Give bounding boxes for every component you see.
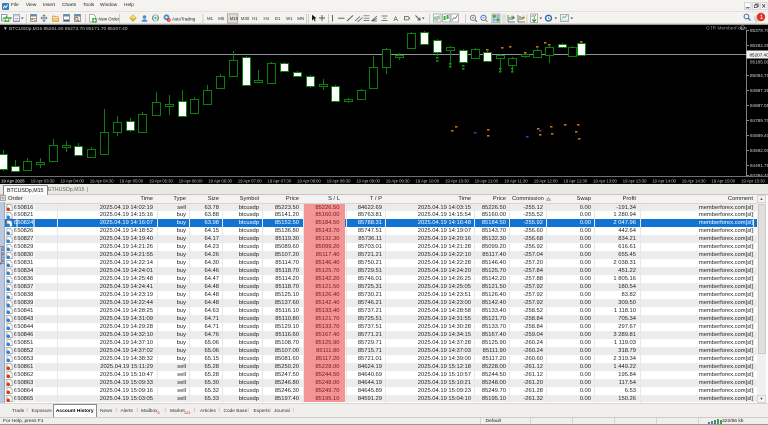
svg-text:19 Apr 13:00: 19 Apr 13:00 bbox=[593, 179, 617, 184]
svg-text:M30: M30 bbox=[241, 16, 250, 21]
svg-text:19 Apr 09:00: 19 Apr 09:00 bbox=[356, 179, 380, 184]
svg-text:A: A bbox=[394, 16, 399, 23]
svg-text:84689.40: 84689.40 bbox=[750, 133, 768, 138]
svg-text:19 Apr 12:00: 19 Apr 12:00 bbox=[534, 179, 558, 184]
svg-text:19 Apr 15:00: 19 Apr 15:00 bbox=[711, 179, 735, 184]
svg-text:19 Apr 06:00: 19 Apr 06:00 bbox=[179, 179, 203, 184]
svg-text:MN: MN bbox=[297, 16, 304, 21]
svg-text:19 Apr 07:00: 19 Apr 07:00 bbox=[238, 179, 262, 184]
svg-text:W1: W1 bbox=[286, 16, 293, 21]
svg-text:85207.40: 85207.40 bbox=[750, 52, 768, 57]
svg-text:19 Apr 05:30: 19 Apr 05:30 bbox=[149, 179, 173, 184]
svg-text:19 Apr 05:00: 19 Apr 05:00 bbox=[119, 179, 143, 184]
svg-text:19 Apr 15:30: 19 Apr 15:30 bbox=[741, 179, 765, 184]
svg-text:H1: H1 bbox=[252, 16, 258, 21]
svg-text:19 Apr 10:00: 19 Apr 10:00 bbox=[415, 179, 439, 184]
svg-text:19 Apr 13:30: 19 Apr 13:30 bbox=[623, 179, 647, 184]
svg-text:85185.00: 85185.00 bbox=[750, 59, 768, 64]
svg-text:19 Apr 09:30: 19 Apr 09:30 bbox=[386, 179, 410, 184]
svg-text:85282.35: 85282.35 bbox=[750, 43, 768, 48]
svg-text:19 Apr 14:00: 19 Apr 14:00 bbox=[652, 179, 676, 184]
svg-text:New Order: New Order bbox=[99, 16, 120, 21]
svg-text:19 Apr 10:30: 19 Apr 10:30 bbox=[445, 179, 469, 184]
svg-text:19 Apr 11:30: 19 Apr 11:30 bbox=[504, 179, 528, 184]
svg-text:85379.70: 85379.70 bbox=[750, 28, 768, 33]
svg-text:D1: D1 bbox=[275, 16, 281, 21]
svg-text:19 Apr 14:30: 19 Apr 14:30 bbox=[682, 179, 706, 184]
svg-text:84789.70: 84789.70 bbox=[750, 118, 768, 123]
svg-text:19 Apr 04:00: 19 Apr 04:00 bbox=[60, 179, 84, 184]
svg-text:M5: M5 bbox=[218, 16, 225, 21]
svg-text:19 Apr 08:30: 19 Apr 08:30 bbox=[327, 179, 351, 184]
svg-text:19 Apr 04:30: 19 Apr 04:30 bbox=[90, 179, 114, 184]
svg-text:84592.00: 84592.00 bbox=[750, 148, 768, 153]
svg-text:19 Apr 08:00: 19 Apr 08:00 bbox=[297, 179, 321, 184]
svg-text:M1: M1 bbox=[207, 16, 214, 21]
svg-text:85084.70: 85084.70 bbox=[750, 73, 768, 78]
svg-text:H4: H4 bbox=[264, 16, 270, 21]
svg-text:19 Apr 11:00: 19 Apr 11:00 bbox=[475, 179, 499, 184]
svg-text:19 Apr 06:30: 19 Apr 06:30 bbox=[208, 179, 232, 184]
svg-text:▼ BTCUSDp,M15 85261.60 85273.: ▼ BTCUSDp,M15 85261.60 85273.70 85171.70… bbox=[3, 26, 128, 32]
svg-text:84987.35: 84987.35 bbox=[750, 88, 768, 93]
svg-text:M15: M15 bbox=[230, 16, 239, 21]
svg-text:19 Apr 2025: 19 Apr 2025 bbox=[1, 179, 25, 184]
svg-text:19 Apr 12:30: 19 Apr 12:30 bbox=[563, 179, 587, 184]
svg-text:19 Apr 07:30: 19 Apr 07:30 bbox=[267, 179, 291, 184]
svg-text:84491.75: 84491.75 bbox=[750, 163, 768, 168]
svg-text:AutoTrading: AutoTrading bbox=[172, 16, 196, 21]
svg-text:19 Apr 03:30: 19 Apr 03:30 bbox=[31, 179, 55, 184]
svg-text:84394.40: 84394.40 bbox=[750, 173, 768, 178]
svg-text:84887.05: 84887.05 bbox=[750, 103, 768, 108]
